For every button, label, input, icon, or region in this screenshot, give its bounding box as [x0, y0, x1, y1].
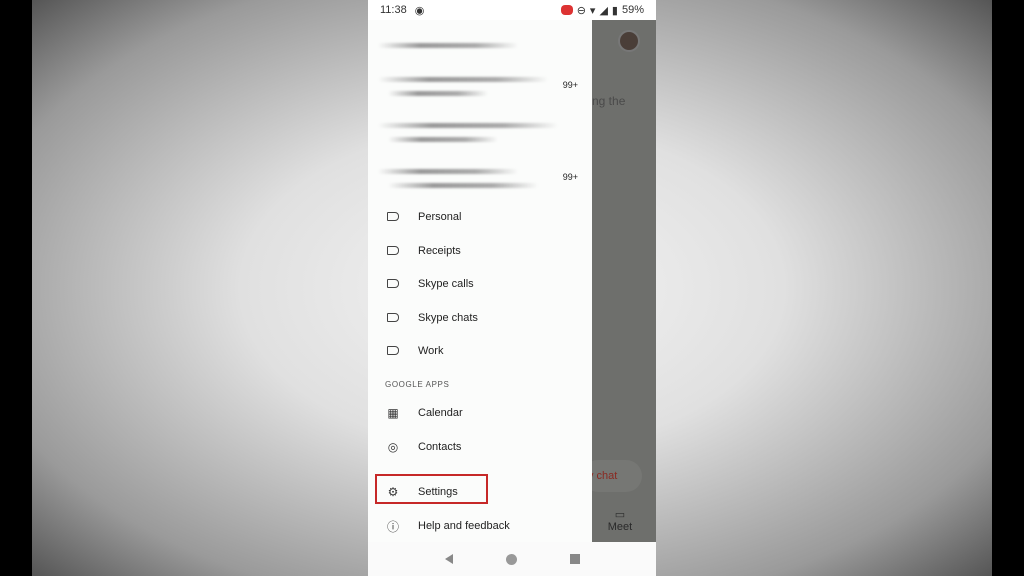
time: 11:38: [380, 4, 407, 16]
label-icon: [387, 246, 399, 255]
label-icon: [387, 346, 399, 355]
avatar[interactable]: [618, 30, 640, 52]
item-label: Work: [418, 345, 444, 357]
inbox-text: ng the: [592, 94, 626, 108]
label-receipts[interactable]: Receipts: [368, 236, 592, 266]
contacts-icon: ◎: [387, 440, 399, 454]
unread-count: 99+: [562, 172, 578, 182]
label-skype-calls[interactable]: Skype calls: [368, 269, 592, 299]
account-blurred[interactable]: [378, 43, 518, 48]
label-icon: [387, 279, 399, 288]
calendar-icon: ▦: [387, 406, 399, 420]
battery-icon: ▮: [611, 4, 618, 17]
navigation-drawer: 99+ 99+ Personal Receipts Skype calls Sk…: [368, 20, 592, 542]
meet-label: Meet: [607, 521, 633, 533]
status-bar: 11:38 ◉ ⊖ ▾ ◢ ▮ 59%: [368, 0, 656, 20]
item-label: Calendar: [418, 407, 463, 419]
help-icon: ⓘ: [386, 519, 399, 534]
label-icon: [387, 212, 399, 221]
signal-icon: ◢: [599, 4, 608, 17]
video-icon: ▭: [614, 509, 626, 521]
section-heading: GOOGLE APPS: [385, 380, 450, 389]
label-skype-chats[interactable]: Skype chats: [368, 303, 592, 333]
back-icon[interactable]: [444, 554, 453, 564]
inbox-background: ng the v chat ▭ Meet: [582, 20, 656, 542]
app-contacts[interactable]: ◎ Contacts: [368, 432, 592, 462]
system-nav-bar: [368, 542, 656, 576]
wifi-icon: ▾: [589, 4, 596, 17]
item-label: Skype chats: [418, 312, 478, 324]
item-label: Skype calls: [418, 278, 474, 290]
label-work[interactable]: Work: [368, 336, 592, 366]
meet-tab[interactable]: ▭ Meet: [600, 508, 640, 533]
help-feedback-item[interactable]: ⓘ Help and feedback: [368, 511, 592, 541]
unread-count: 99+: [562, 80, 578, 90]
item-label: Receipts: [418, 245, 461, 257]
app-calendar[interactable]: ▦ Calendar: [368, 398, 592, 428]
settings-highlight: [375, 474, 488, 504]
record-icon: ◉: [414, 4, 425, 17]
dnd-icon: ⊖: [576, 4, 586, 17]
screen-record-icon: [560, 5, 573, 15]
home-icon[interactable]: [505, 553, 517, 565]
label-personal[interactable]: Personal: [368, 202, 592, 232]
phone-screen: 11:38 ◉ ⊖ ▾ ◢ ▮ 59% ng the v chat ▭ Meet …: [368, 0, 656, 576]
item-label: Personal: [418, 211, 462, 223]
item-label: Help and feedback: [418, 520, 510, 532]
recents-icon[interactable]: [569, 554, 580, 564]
label-icon: [387, 313, 399, 322]
battery-level: 59%: [621, 4, 644, 16]
item-label: Contacts: [418, 441, 462, 453]
